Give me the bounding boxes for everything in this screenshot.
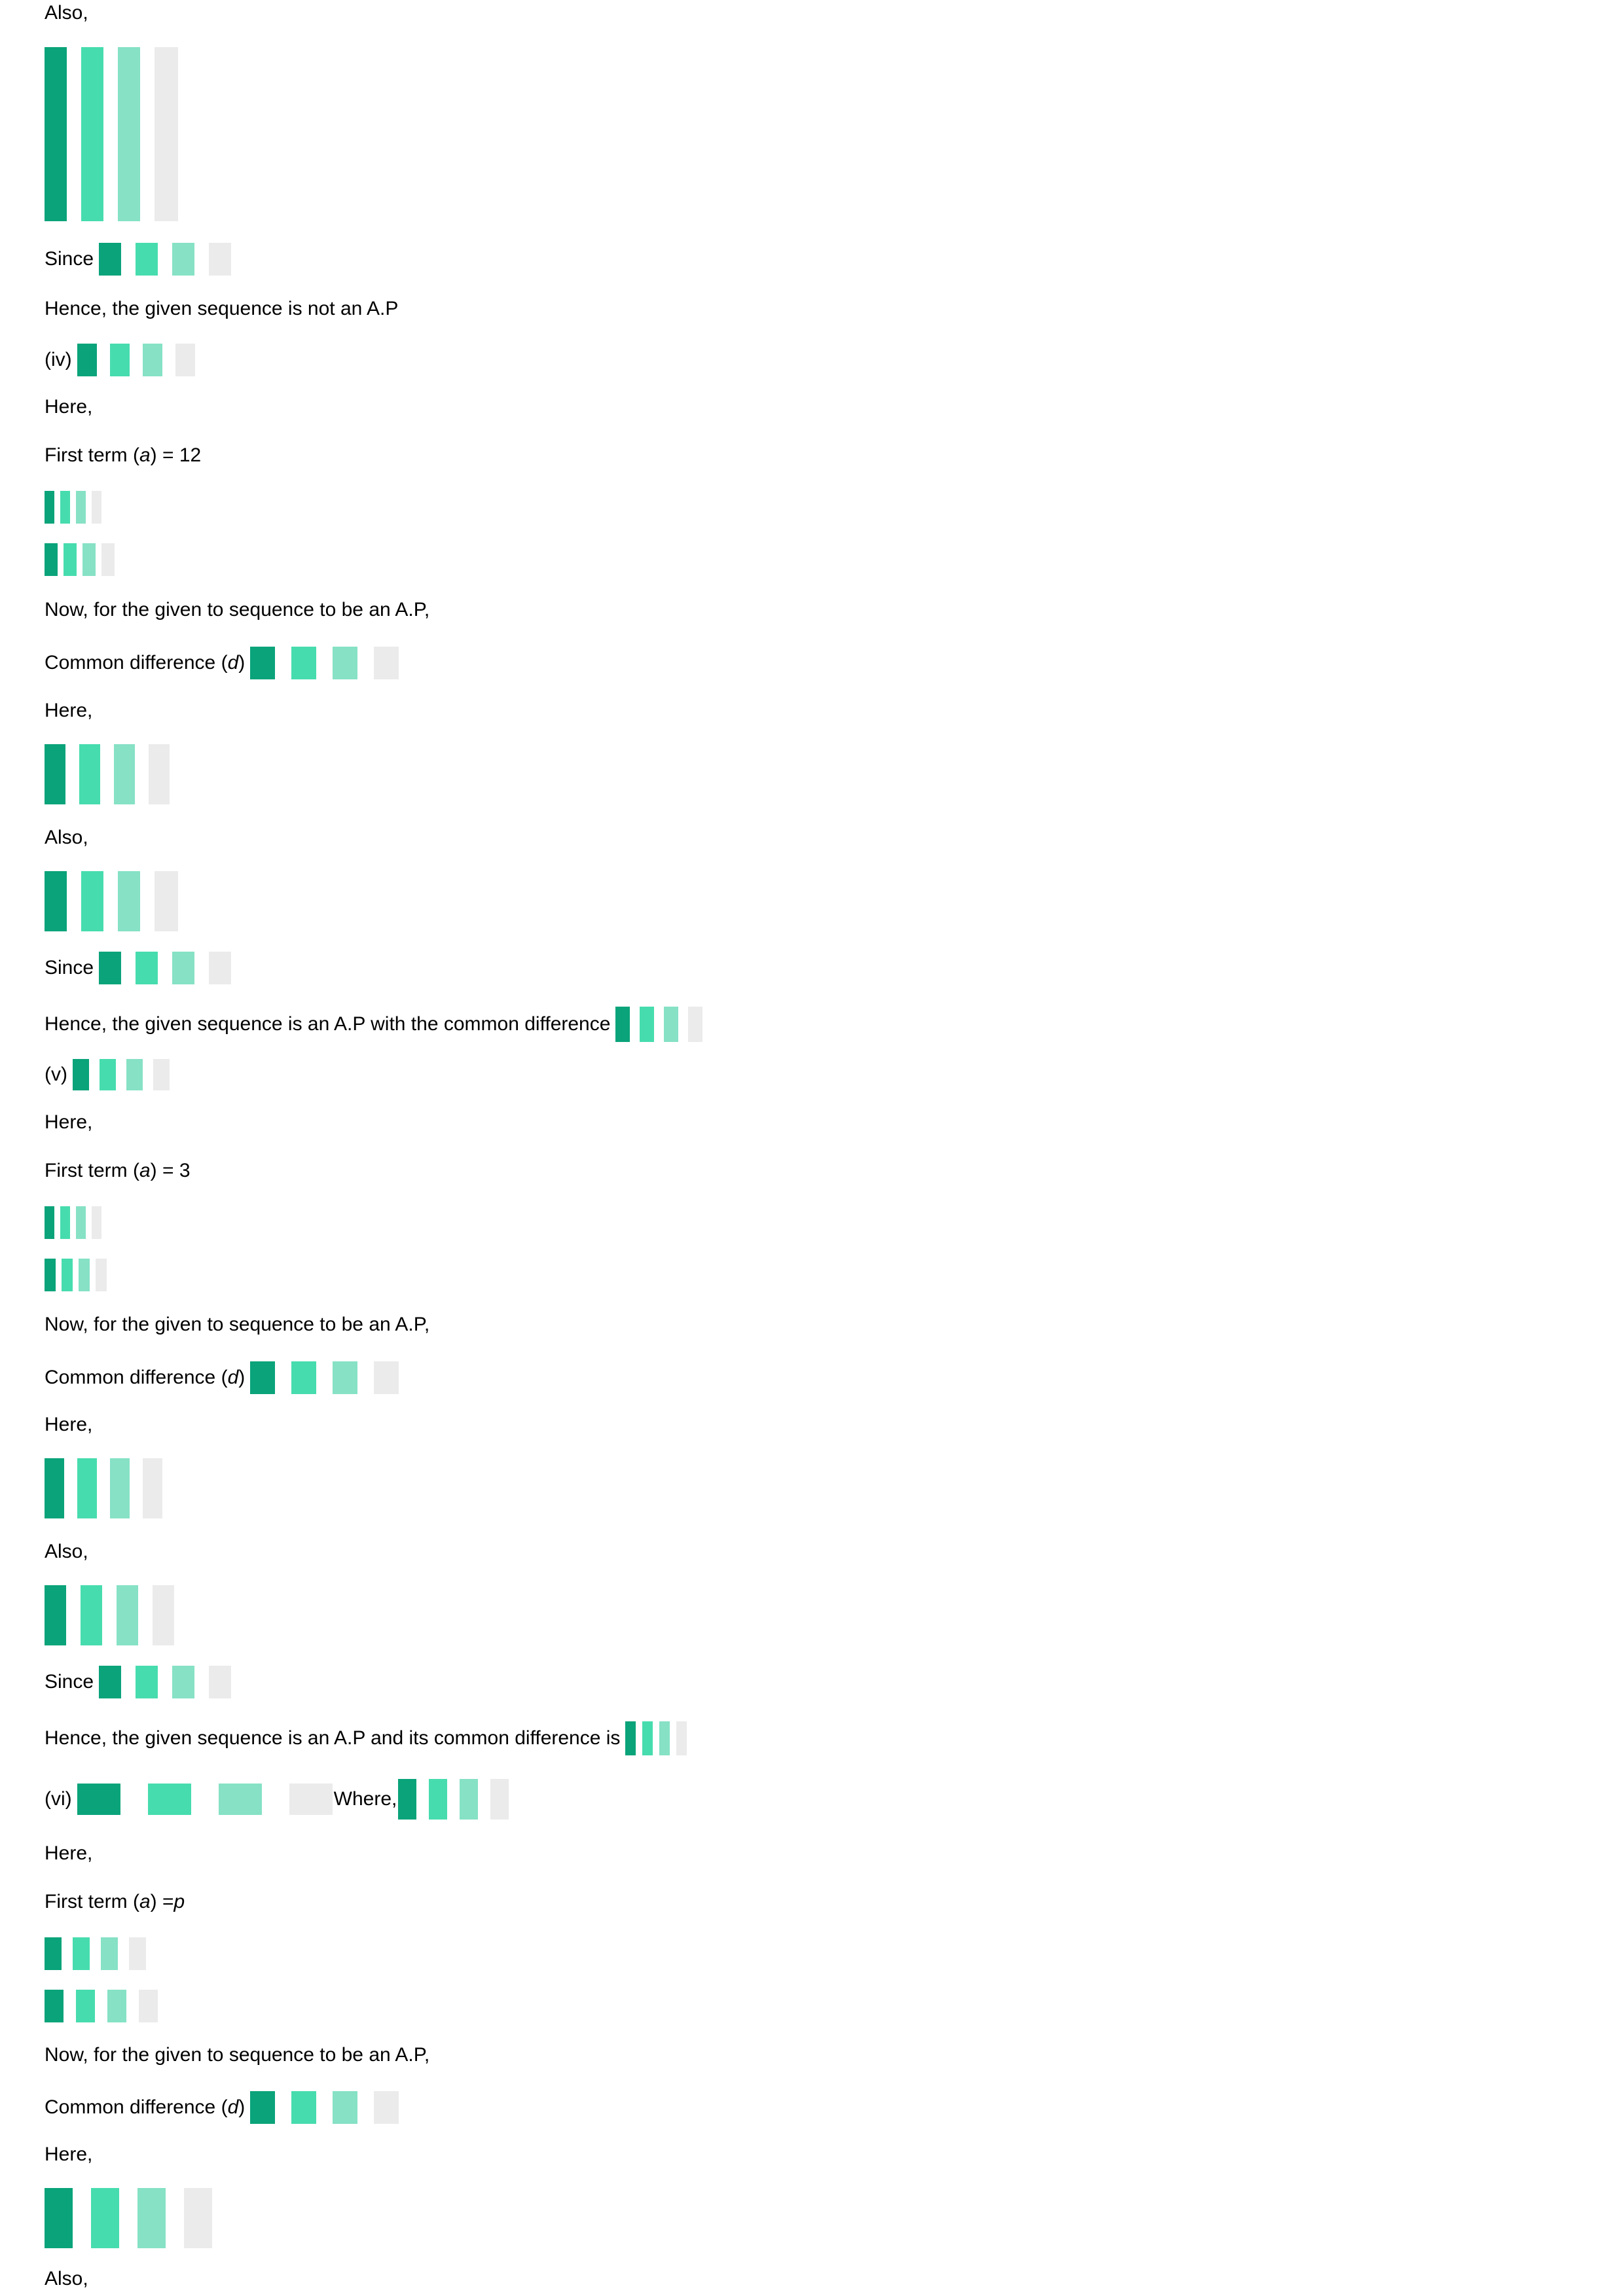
text-not-ap: Hence, the given sequence is not an A.P [45, 298, 399, 319]
inline-equation [77, 344, 195, 376]
inline-equation [99, 952, 232, 984]
text-part-v: (v) [45, 1059, 170, 1090]
equation-image [45, 47, 178, 221]
equation-image [45, 1585, 174, 1645]
equation-image [45, 491, 101, 524]
equation-image [45, 744, 170, 804]
inline-equation [615, 1007, 703, 1042]
text-also: Also, [45, 1541, 88, 1562]
text-part-iv: (iv) [45, 344, 195, 376]
text-part-vi: (vi) Where, [45, 1779, 509, 1820]
text-now: Now, for the given to sequence to be an … [45, 1314, 430, 1335]
equation-image [45, 1937, 146, 1970]
text-first-term: First term (a) = 12 [45, 444, 202, 466]
text-common-difference: Common difference (d) [45, 1361, 399, 1394]
inline-equation [250, 2091, 399, 2124]
text-here: Here, [45, 2144, 93, 2165]
text-now: Now, for the given to sequence to be an … [45, 599, 430, 620]
text-since: Since [45, 243, 232, 276]
text-also: Also, [45, 827, 88, 848]
inline-equation [72, 1059, 170, 1090]
inline-equation [99, 1666, 232, 1698]
text-also: Also, [45, 2, 88, 24]
text-first-term: First term (a) = p [45, 1891, 185, 1912]
inline-equation [99, 243, 232, 276]
equation-image [45, 871, 178, 931]
equation-image [45, 1458, 162, 1518]
text-common-difference: Common difference (d) [45, 647, 399, 679]
equation-image [45, 2188, 212, 2248]
equation-image [45, 1259, 107, 1291]
text-since: Since [45, 952, 232, 984]
text-first-term: First term (a) = 3 [45, 1160, 191, 1181]
text-here: Here, [45, 1842, 93, 1864]
text-is-ap: Hence, the given sequence is an A.P with… [45, 1007, 703, 1042]
text-now: Now, for the given to sequence to be an … [45, 2044, 430, 2066]
equation-image [45, 1990, 158, 2022]
text-is-ap: Hence, the given sequence is an A.P and … [45, 1721, 687, 1755]
inline-equation [398, 1779, 509, 1820]
text-here: Here, [45, 1111, 93, 1133]
inline-equation [250, 647, 399, 679]
text-also: Also, [45, 2268, 88, 2289]
equation-image [45, 543, 115, 576]
text-here: Here, [45, 1414, 93, 1435]
equation-image [45, 1206, 101, 1239]
text-common-difference: Common difference (d) [45, 2091, 399, 2124]
text-since: Since [45, 1666, 232, 1698]
text-here: Here, [45, 700, 93, 721]
inline-equation [250, 1361, 399, 1394]
text-here: Here, [45, 396, 93, 418]
inline-equation [625, 1721, 687, 1755]
inline-equation [77, 1784, 333, 1815]
